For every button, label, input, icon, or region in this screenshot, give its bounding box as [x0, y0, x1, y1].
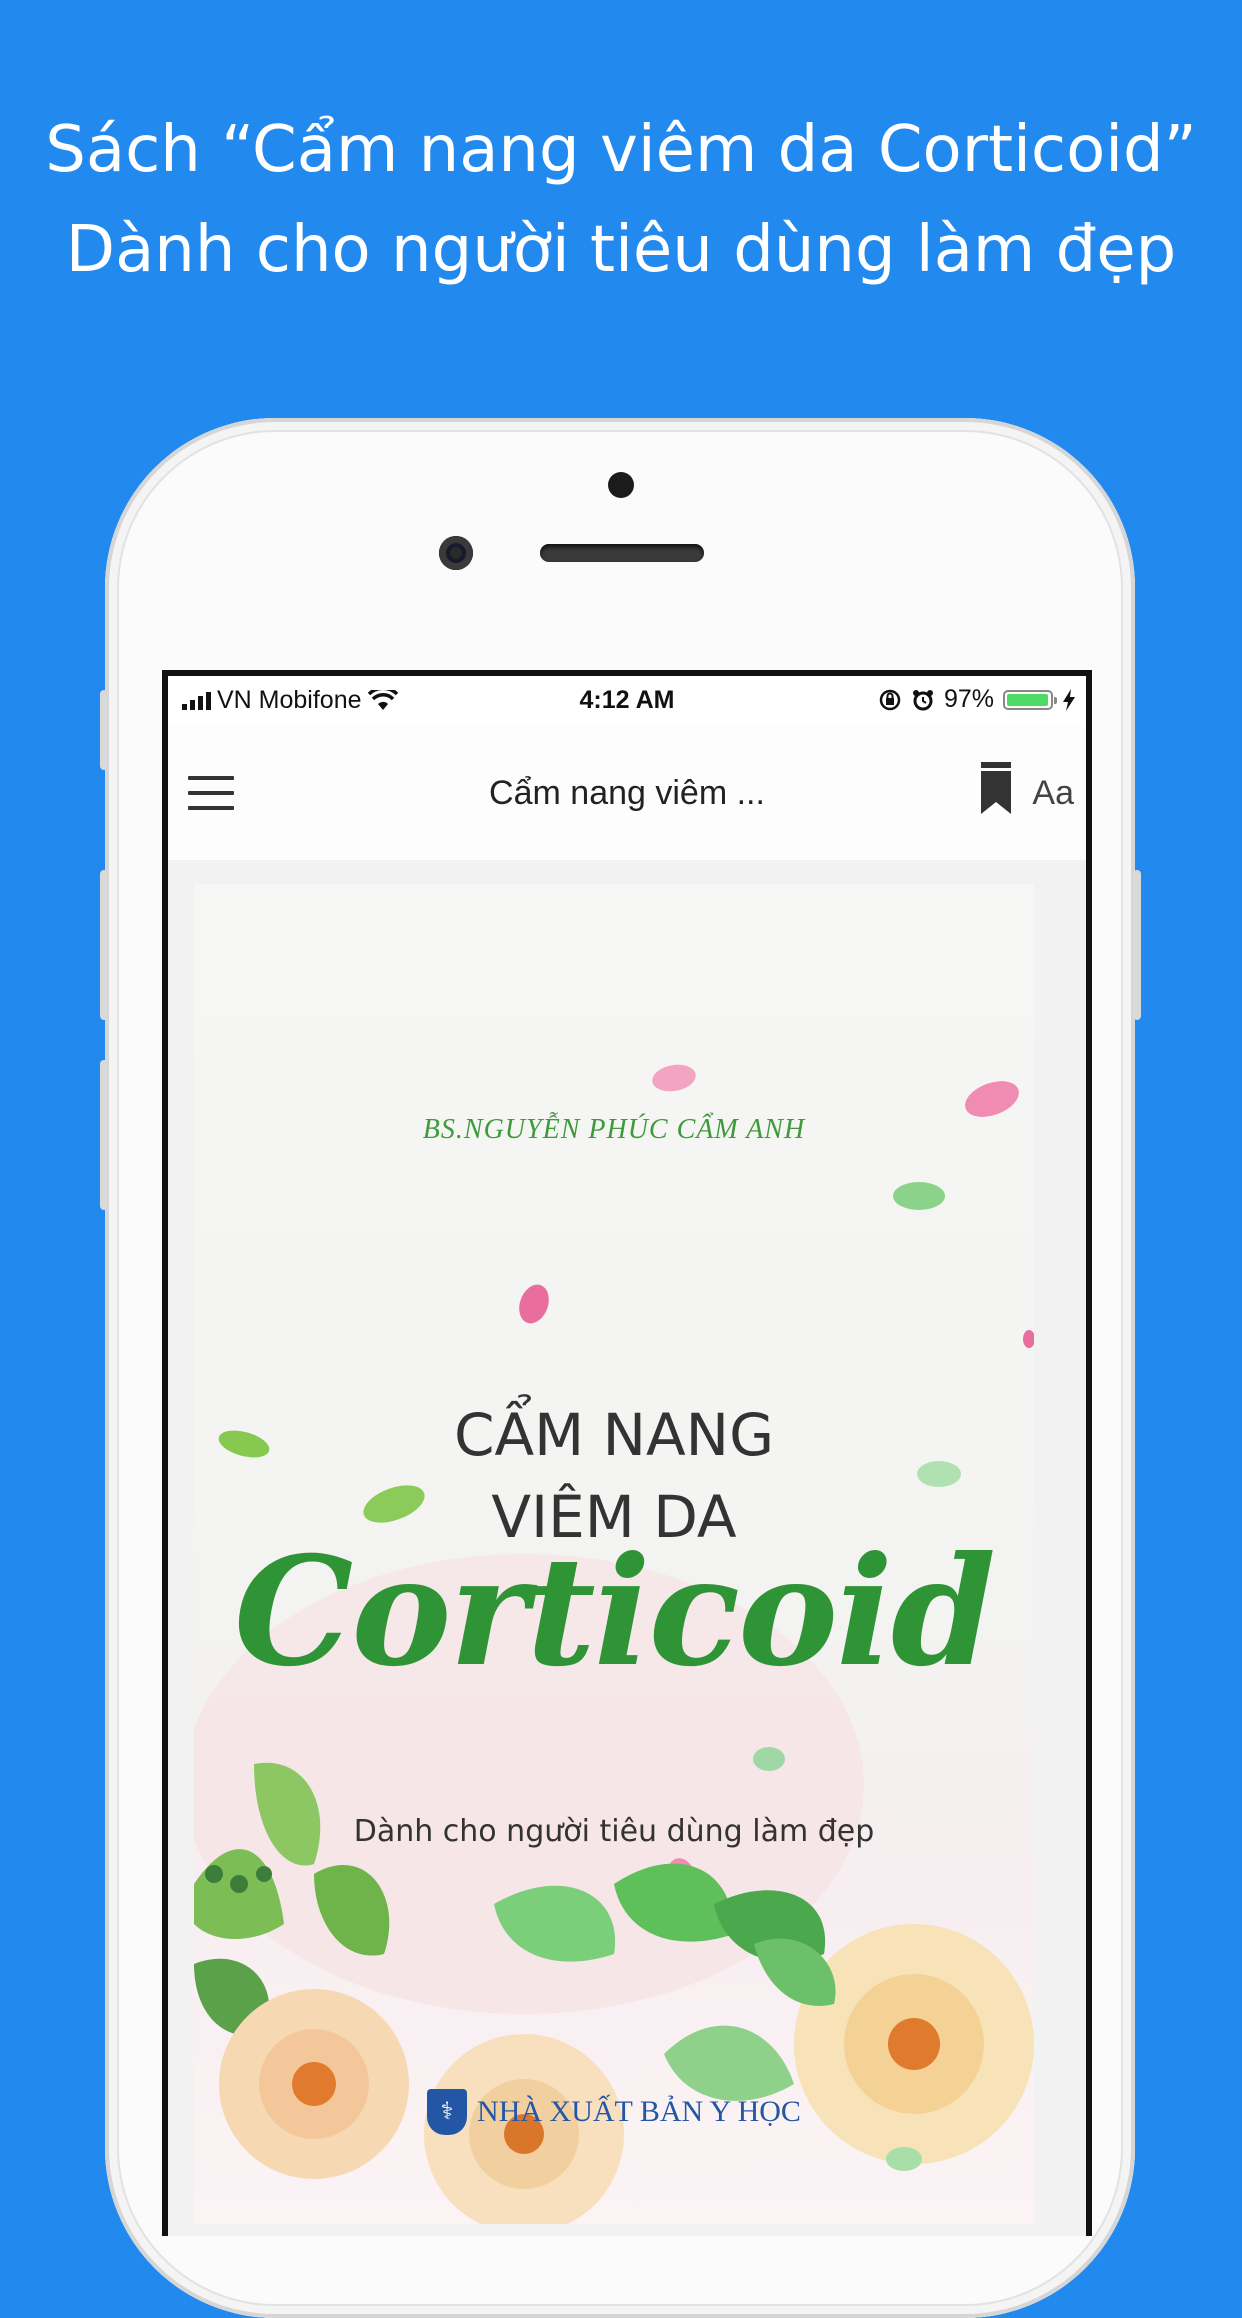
publisher-logo-icon: ⚕	[427, 2089, 468, 2135]
battery-icon	[1003, 689, 1057, 710]
phone-screen: VN Mobifone 4:12 AM 97% Cẩm nang viêm ..…	[162, 670, 1092, 2236]
status-bar: VN Mobifone 4:12 AM 97%	[168, 676, 1086, 726]
promo-headline: Sách “Cẩm nang viêm da Corticoid” Dành c…	[0, 100, 1242, 300]
cover-script-title: Corticoid	[234, 1524, 996, 1700]
proximity-sensor	[608, 472, 634, 498]
font-size-button[interactable]: Aa	[1032, 774, 1074, 813]
phone-volume-down	[100, 1060, 108, 1210]
rotation-lock-icon	[879, 689, 901, 710]
book-cover: BS.NGUYỄN PHÚC CẨM ANH CẨM NANG VIÊM DA …	[194, 884, 1034, 2224]
bookmark-icon[interactable]	[981, 762, 1011, 814]
cover-title-line-1: CẨM NANG	[453, 1401, 775, 1469]
alarm-icon	[912, 689, 933, 710]
headline-line-1: Sách “Cẩm nang viêm da Corticoid”	[45, 113, 1197, 187]
book-title: Cẩm nang viêm ...	[489, 774, 765, 812]
cover-subtitle: Dành cho người tiêu dùng làm đẹp	[353, 1814, 875, 1849]
earpiece-speaker	[540, 544, 704, 562]
charging-bolt-icon	[1063, 688, 1075, 711]
battery-percent: 97%	[943, 685, 994, 713]
cover-author: BS.NGUYỄN PHÚC CẨM ANH	[422, 1114, 806, 1145]
phone-power-button	[1133, 870, 1141, 1020]
headline-line-2: Dành cho người tiêu dùng làm đẹp	[65, 213, 1177, 287]
phone-mute-switch	[100, 690, 108, 770]
cover-publisher: ⚕ NHÀ XUẤT BẢN Y HỌC	[194, 2089, 1034, 2135]
publisher-name: NHÀ XUẤT BẢN Y HỌC	[477, 2095, 801, 2128]
phone-volume-up	[100, 870, 108, 1020]
reader-page-area[interactable]: BS.NGUYỄN PHÚC CẨM ANH CẨM NANG VIÊM DA …	[168, 860, 1086, 2236]
front-camera	[439, 536, 473, 570]
reader-toolbar: Cẩm nang viêm ... Aa	[168, 726, 1086, 862]
